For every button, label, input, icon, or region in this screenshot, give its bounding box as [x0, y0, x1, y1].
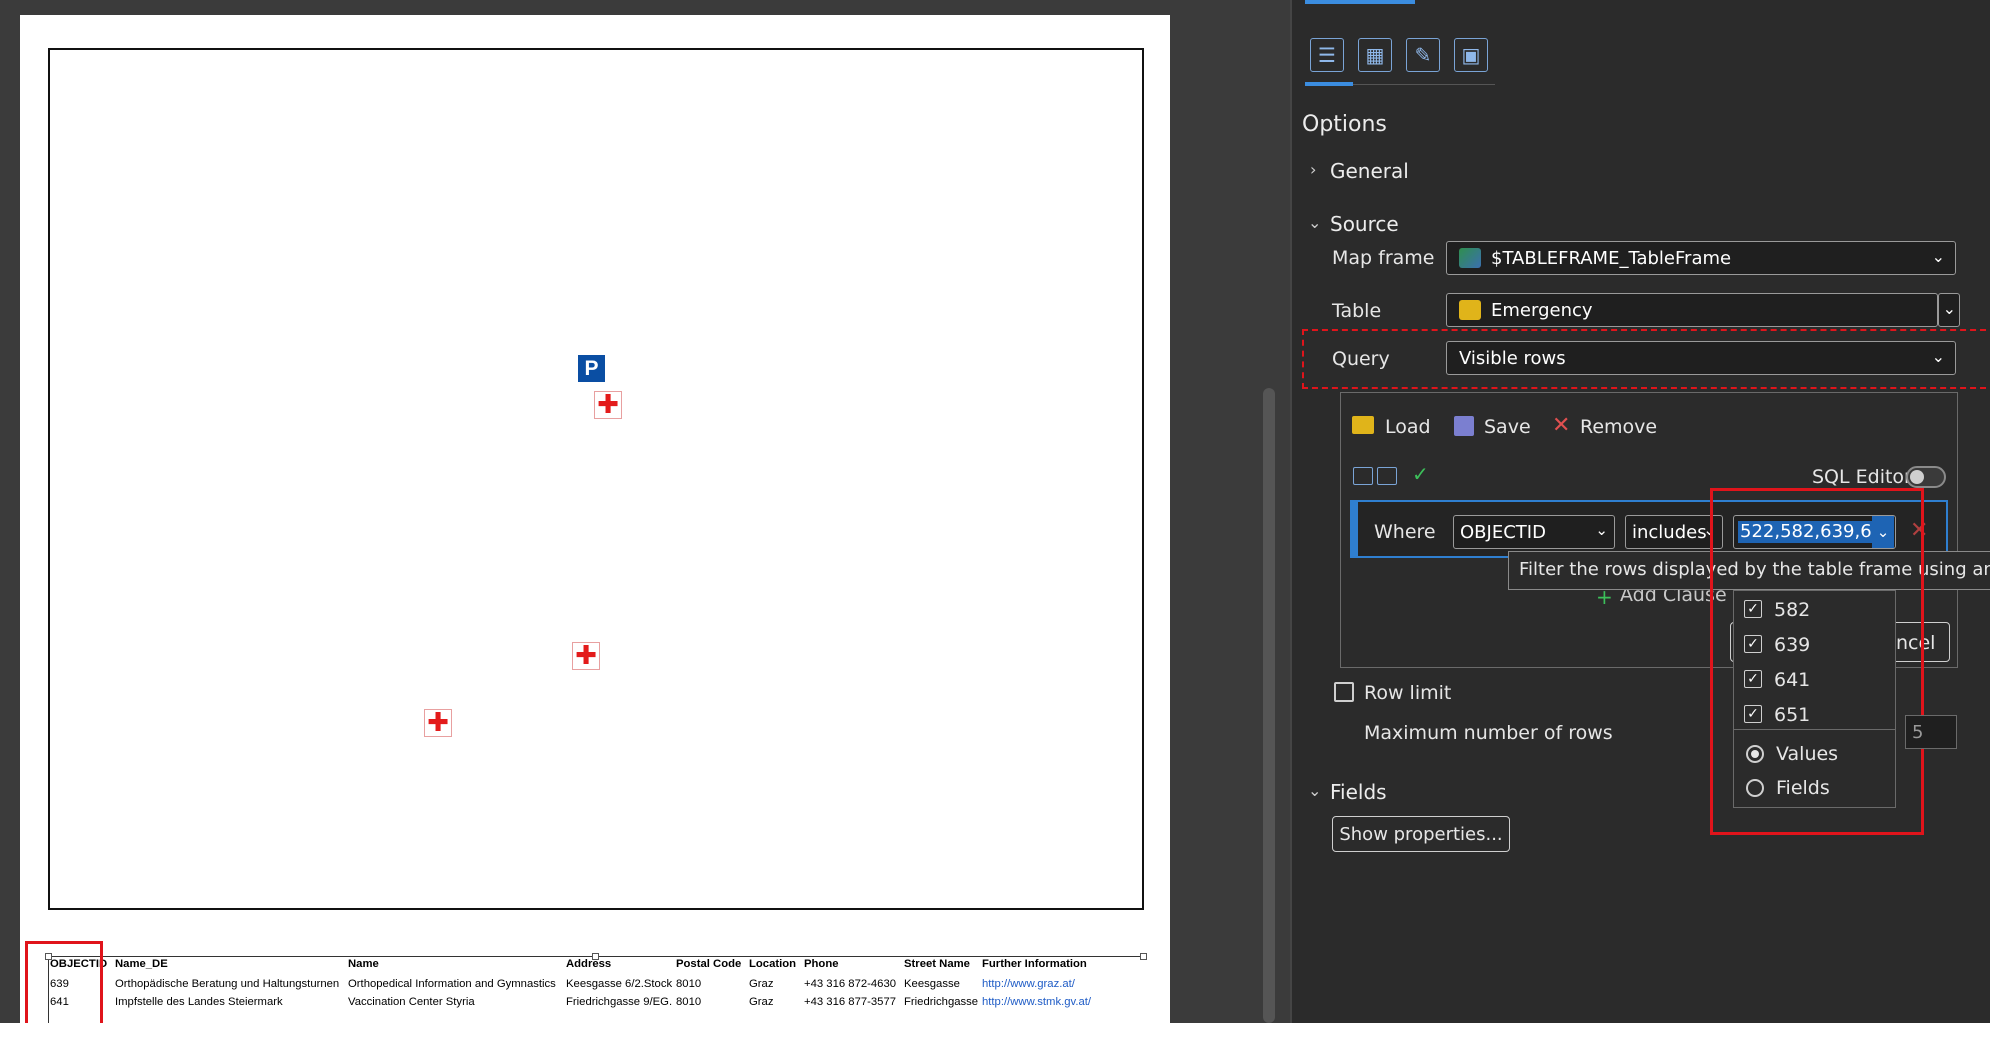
verify-check-icon[interactable]: ✓	[1412, 462, 1429, 486]
query-value: Visible rows	[1459, 347, 1566, 369]
table-dropdown-button[interactable]: ⌄	[1938, 293, 1960, 327]
chevron-down-icon[interactable]: ⌄	[1308, 781, 1321, 800]
chevron-down-icon: ⌄	[1931, 347, 1945, 366]
hospital-symbol: ✚	[572, 642, 600, 670]
table-cell: Keesgasse 6/2.Stock	[566, 978, 673, 990]
table-header-phone: Phone	[804, 958, 839, 970]
hospital-cross-icon: ✚	[427, 708, 449, 738]
remove-group-icon[interactable]	[1377, 467, 1397, 485]
table-cell-link[interactable]: http://www.stmk.gv.at/	[982, 996, 1091, 1008]
clause-accent-bar	[1350, 500, 1358, 558]
map-frame-label: Map frame	[1332, 247, 1435, 269]
chevron-down-icon: ⌄	[1595, 521, 1608, 539]
map-frame[interactable]	[48, 48, 1144, 910]
chevron-down-icon[interactable]: ⌄	[1308, 213, 1321, 232]
symbology-tab-icon[interactable]: ✎	[1406, 38, 1440, 72]
table-header-name: Name	[348, 958, 379, 970]
objectid-highlight-box	[25, 941, 103, 1035]
table-cell: Vaccination Center Styria	[348, 996, 475, 1008]
parking-symbol: P	[578, 355, 605, 382]
table-header-location: Location	[749, 958, 797, 970]
table-header-address: Address	[566, 958, 612, 970]
operator-select[interactable]: includes ⌄	[1625, 515, 1723, 549]
map-frame-select[interactable]: $TABLEFRAME_TableFrame ⌄	[1446, 241, 1956, 275]
remove-button[interactable]: Remove	[1580, 416, 1657, 438]
table-cell: Orthopedical Information and Gymnastics	[348, 978, 556, 990]
chevron-down-icon: ⌄	[1942, 299, 1956, 318]
window-edge	[1990, 0, 2000, 1023]
table-select[interactable]: Emergency	[1446, 293, 1938, 327]
where-label: Where	[1374, 521, 1436, 543]
table-cell: 8010	[676, 978, 702, 990]
table-header-postal-code: Postal Code	[676, 958, 742, 970]
table-cell: Keesgasse	[904, 978, 960, 990]
table-value: Emergency	[1491, 299, 1593, 321]
row-limit-label: Row limit	[1364, 682, 1452, 704]
save-icon	[1454, 416, 1474, 436]
max-rows-label: Maximum number of rows	[1364, 722, 1613, 744]
query-label: Query	[1332, 348, 1390, 370]
table-cell: Friedrichgasse 9/EG.	[566, 996, 673, 1008]
map-frame-value: $TABLEFRAME_TableFrame	[1491, 247, 1732, 269]
bottom-strip	[0, 1023, 2000, 1045]
field-value: OBJECTID	[1460, 521, 1546, 543]
table-header-street-name: Street Name	[904, 958, 970, 970]
table-header-name-de: Name_DE	[115, 958, 168, 970]
table-cell: Friedrichgasse	[904, 996, 979, 1008]
table-cell: +43 316 872-4630	[804, 978, 897, 990]
chevron-right-icon[interactable]: ›	[1310, 160, 1316, 179]
folder-icon	[1352, 416, 1374, 434]
top-tab-indicator	[1305, 0, 1415, 4]
selection-handle[interactable]	[1140, 953, 1147, 960]
show-properties-button[interactable]: Show properties...	[1332, 816, 1510, 852]
field-select[interactable]: OBJECTID ⌄	[1453, 515, 1615, 549]
sql-editor-toggle[interactable]	[1906, 466, 1946, 488]
max-rows-spinner[interactable]: 5	[1905, 715, 1957, 749]
display-tab-icon[interactable]: ▣	[1454, 38, 1488, 72]
hospital-cross-icon: ✚	[575, 641, 597, 671]
max-rows-value: 5	[1912, 722, 1924, 743]
table-properties-tab-icon[interactable]: ▦	[1358, 38, 1392, 72]
section-fields[interactable]: Fields	[1330, 780, 1387, 804]
table-cell: Graz	[749, 978, 774, 990]
section-source[interactable]: Source	[1330, 212, 1399, 236]
map-frame-icon	[1459, 248, 1481, 268]
operator-value: includes	[1632, 521, 1707, 543]
table-layer-icon	[1459, 300, 1481, 320]
hospital-symbol: ✚	[594, 391, 622, 419]
add-group-icon[interactable]	[1353, 467, 1373, 485]
hospital-cross-icon: ✚	[597, 390, 619, 420]
load-button[interactable]: Load	[1385, 416, 1431, 438]
query-select[interactable]: Visible rows ⌄	[1446, 341, 1956, 375]
remove-icon: ✕	[1552, 413, 1571, 438]
section-general[interactable]: General	[1330, 159, 1409, 183]
active-tab-indicator	[1305, 82, 1353, 86]
pane-divider[interactable]	[1290, 0, 1292, 1023]
sql-editor-label: SQL Editor	[1812, 466, 1912, 488]
table-cell: Impfstelle des Landes Steiermark	[115, 996, 283, 1008]
table-cell: 8010	[676, 996, 702, 1008]
dropdown-highlight-box	[1710, 488, 1924, 835]
options-tab-icon[interactable]: ☰	[1310, 38, 1344, 72]
chevron-down-icon: ⌄	[1931, 247, 1945, 266]
table-label: Table	[1332, 300, 1382, 322]
layout-scrollbar-thumb[interactable]	[1263, 388, 1275, 1023]
table-header-further-information: Further Information	[982, 958, 1087, 970]
save-button[interactable]: Save	[1484, 416, 1531, 438]
row-limit-checkbox[interactable]	[1334, 682, 1354, 702]
table-cell: Graz	[749, 996, 774, 1008]
table-cell-link[interactable]: http://www.graz.at/	[982, 978, 1075, 990]
table-cell: +43 316 877-3577	[804, 996, 897, 1008]
options-heading: Options	[1302, 112, 1387, 137]
hospital-symbol: ✚	[424, 709, 452, 737]
table-cell: Orthopädische Beratung und Haltungsturne…	[115, 978, 340, 990]
